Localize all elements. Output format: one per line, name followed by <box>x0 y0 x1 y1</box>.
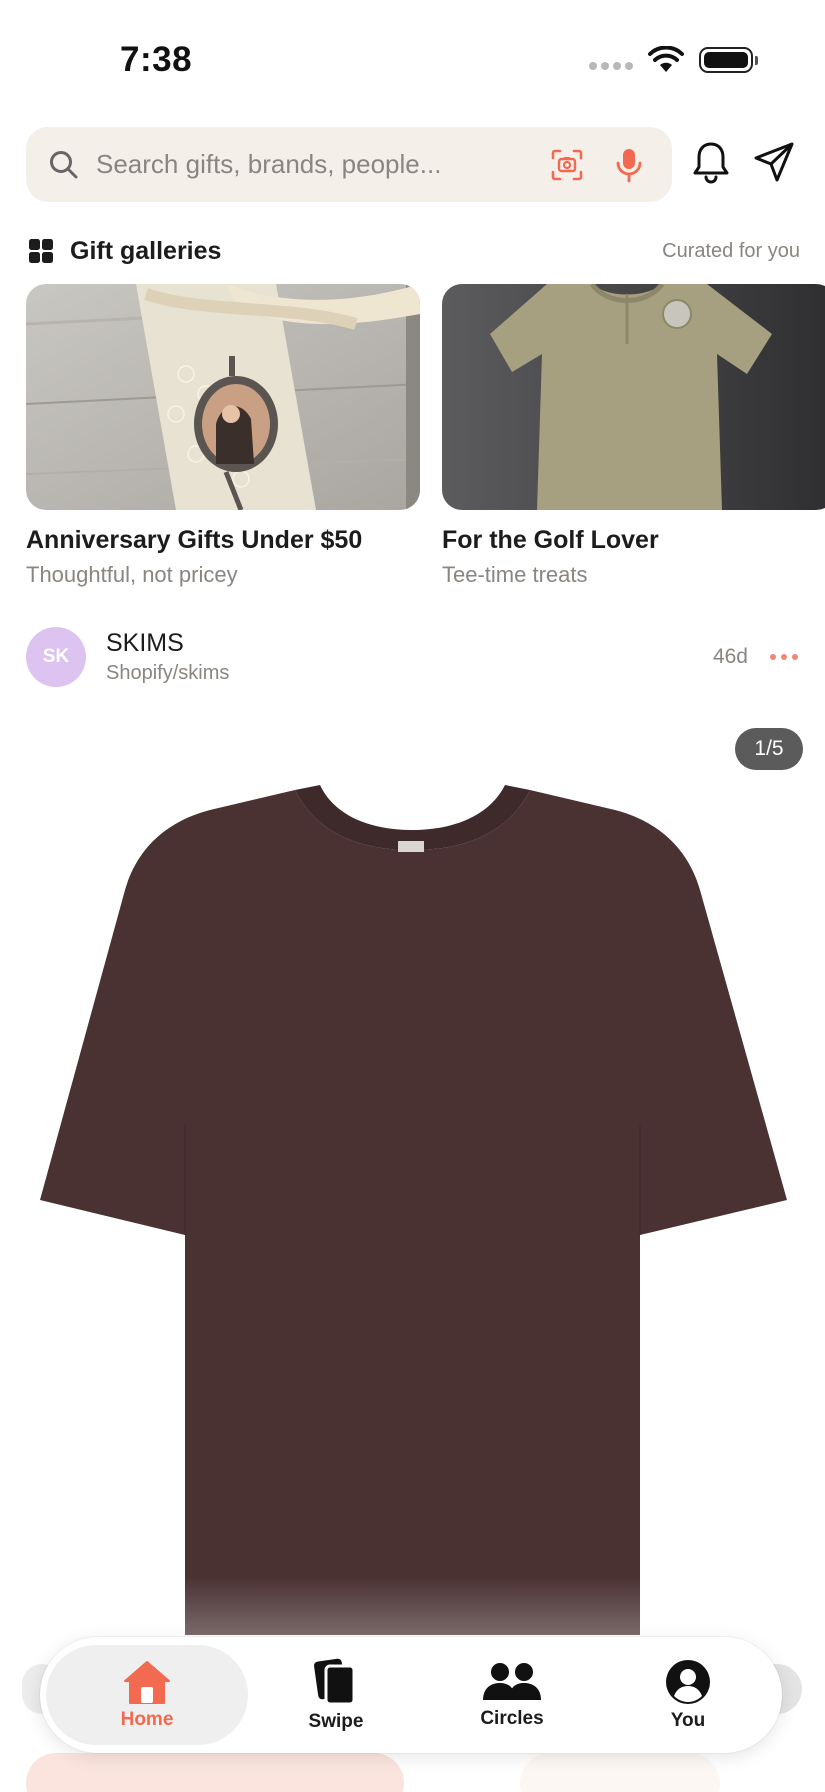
home-icon <box>124 1661 170 1704</box>
gallery-subtitle: Thoughtful, not pricey <box>26 562 238 587</box>
nav-label: Home <box>120 1709 174 1730</box>
send-icon[interactable] <box>752 140 796 184</box>
more-options-icon[interactable] <box>770 654 798 660</box>
gallery-title: Anniversary Gifts Under $50 <box>26 526 363 554</box>
nav-label: Swipe <box>308 1711 364 1732</box>
nav-circles[interactable]: Circles <box>424 1645 600 1745</box>
battery-icon <box>699 47 758 73</box>
search-icon <box>50 150 78 178</box>
people-icon <box>483 1663 541 1700</box>
gallery-card-golf[interactable]: For the Golf Lover Tee-time treats <box>442 284 825 588</box>
post-timestamp: 46d <box>712 645 748 668</box>
microphone-icon[interactable] <box>614 147 644 183</box>
nav-swipe[interactable]: Swipe <box>248 1645 424 1745</box>
section-subtitle: Curated for you <box>662 239 800 262</box>
gallery-image <box>26 284 420 510</box>
post-header: SK SKIMS Shopify/skims 46d <box>26 627 798 687</box>
nav-label: Circles <box>480 1708 544 1729</box>
status-icons <box>589 46 758 74</box>
post-author-handle: Shopify/skims <box>106 662 230 684</box>
search-bar[interactable]: Search gifts, brands, people... <box>26 127 672 202</box>
signal-icon <box>589 62 633 70</box>
nav-you[interactable]: You <box>600 1645 776 1745</box>
bell-icon[interactable] <box>690 140 732 186</box>
nav-label: You <box>670 1710 706 1731</box>
gallery-subtitle: Tee-time treats <box>442 562 588 587</box>
user-icon <box>666 1660 710 1704</box>
avatar[interactable]: SK <box>26 627 86 687</box>
gift-board-button-peek[interactable] <box>520 1753 720 1792</box>
gift-pool-button-peek[interactable] <box>26 1753 404 1792</box>
status-time: 7:38 <box>120 40 193 79</box>
camera-scan-icon[interactable] <box>550 148 584 182</box>
gallery-title: For the Golf Lover <box>442 526 659 554</box>
wifi-icon <box>648 46 684 72</box>
search-input[interactable]: Search gifts, brands, people... <box>96 149 550 180</box>
product-image[interactable]: 1/5 <box>0 705 825 1640</box>
bottom-nav: Home Swipe Circles You <box>40 1637 782 1753</box>
cards-icon <box>314 1658 356 1706</box>
nav-home[interactable]: Home <box>46 1645 248 1745</box>
section-title: Gift galleries <box>70 236 222 265</box>
gallery-image <box>442 284 825 510</box>
gallery-card-anniversary[interactable]: Anniversary Gifts Under $50 Thoughtful, … <box>26 284 420 588</box>
grid-icon <box>29 239 53 263</box>
gift-galleries-header: Gift galleries Curated for you <box>28 233 800 269</box>
image-counter-badge: 1/5 <box>735 728 803 770</box>
status-bar: 7:38 <box>0 0 825 110</box>
post-author-name[interactable]: SKIMS <box>106 629 229 658</box>
